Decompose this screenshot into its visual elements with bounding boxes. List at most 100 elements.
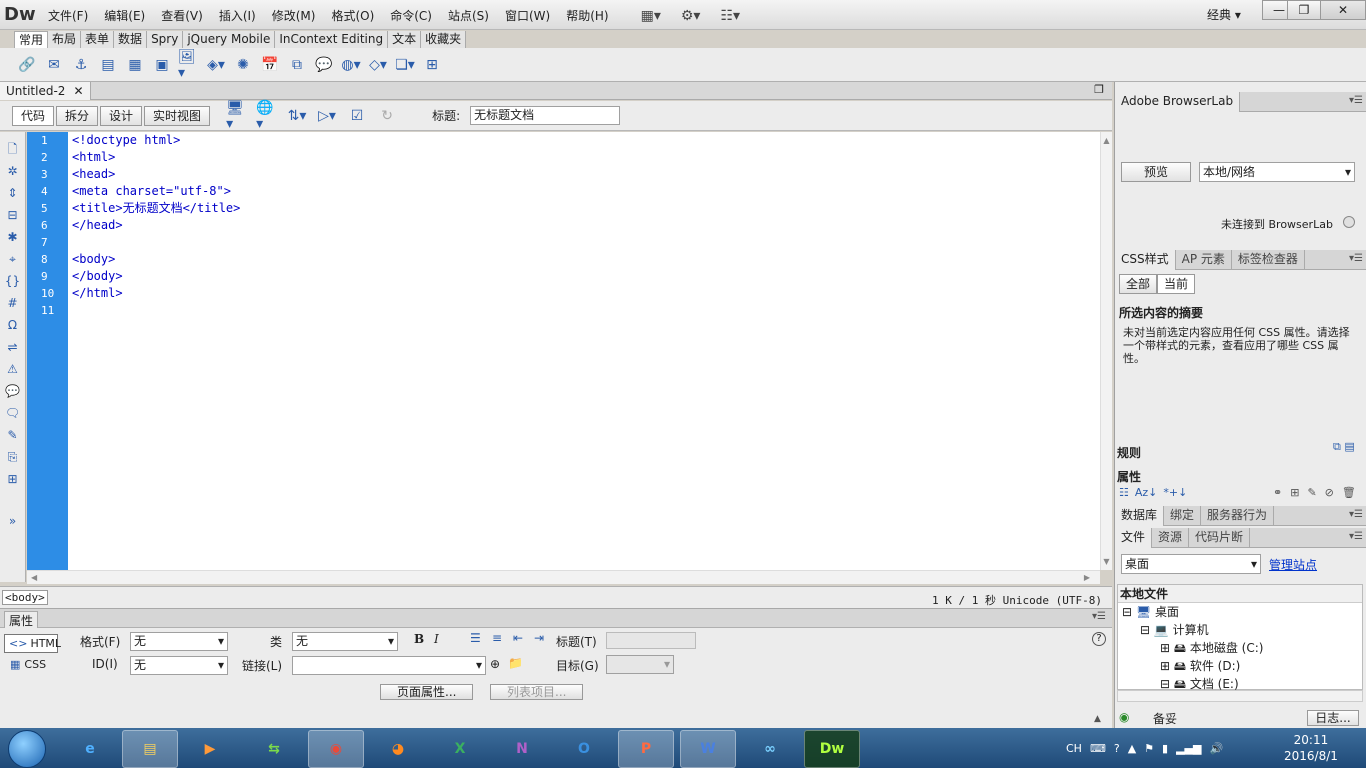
insert-tab-forms[interactable]: 表单 [81,31,115,48]
files-tab[interactable]: 文件 [1115,527,1153,548]
taskbar-onenote-icon[interactable]: N [494,730,550,768]
panel-menu-icon[interactable]: ▾☰ [1349,95,1363,106]
volume-icon[interactable]: 🔊 [1209,742,1223,755]
tag-chooser-icon[interactable]: ⊞ [421,54,443,76]
file-transfer-icon[interactable]: ⇅▾ [286,105,308,127]
menu-insert[interactable]: 插入(I) [211,7,264,24]
insert-tab-common[interactable]: 常用 [14,31,49,48]
design-view-button[interactable]: 设计 [100,105,143,126]
server-include-icon[interactable]: ⧉ [286,54,308,76]
tree-item-computer[interactable]: ⊟ 💻 计算机 [1118,621,1362,639]
taskbar-media-icon[interactable]: ▶ [182,730,238,768]
hyperlink-icon[interactable]: 🔗 [16,54,38,76]
browserlab-tab[interactable]: Adobe BrowserLab [1115,91,1241,112]
collapse-tag-icon[interactable]: ⇕ [4,182,22,204]
taskbar-clock[interactable]: 20:11 2016/8/1 [1284,732,1338,764]
insert-tab-spry[interactable]: Spry [147,31,184,48]
document-title-input[interactable]: 无标题文档 [470,106,621,125]
file-tree-horizontal-scrollbar[interactable] [1117,690,1363,702]
page-properties-button[interactable]: 页面属性... [380,684,474,700]
taskbar-chrome-icon[interactable]: ◉ [308,730,364,768]
editor-horizontal-scrollbar[interactable]: ◀ ▶ [27,570,1100,584]
link-input[interactable]: ▾ [292,656,486,675]
browserlab-preview-button[interactable]: 预览 [1121,162,1191,182]
id-select[interactable]: 无 ▾ [130,656,228,675]
taskbar-outlook-icon[interactable]: O [556,730,612,768]
outdent-icon[interactable]: ⇤ [513,631,523,645]
snippets-tab[interactable]: 代码片断 [1189,527,1251,548]
scroll-up-icon[interactable]: ▲ [1101,136,1112,145]
browse-folder-icon[interactable]: 📁 [508,656,523,670]
menu-commands[interactable]: 命令(C) [382,7,440,24]
css-styles-tab[interactable]: CSS样式 [1115,249,1176,270]
menu-file[interactable]: 文件(F) [40,7,96,24]
panel-menu-icon[interactable]: ▾☰ [1349,253,1363,264]
tag-selector[interactable]: <body> [2,590,48,605]
head-icon[interactable]: ◍▾ [340,54,362,76]
layout-icon[interactable]: ▦▾ [641,8,661,24]
apply-comment-icon[interactable]: 💬 [4,380,22,402]
comment-icon[interactable]: 💬 [313,54,335,76]
balance-braces-icon[interactable]: {} [4,270,22,292]
validate-icon[interactable]: ☑ [346,105,368,127]
log-button[interactable]: 日志... [1307,710,1359,726]
ordered-list-icon[interactable]: ≡ [492,631,502,645]
code-editor[interactable]: <!doctype html> <html> <head> <meta charset… [68,132,1100,570]
scroll-right-icon[interactable]: ▶ [1084,573,1090,582]
ap-elements-tab[interactable]: AP 元素 [1176,249,1232,270]
close-tab-icon[interactable]: ✕ [73,83,83,100]
taskbar-firefox-icon[interactable]: ◕ [370,730,426,768]
panel-menu-icon[interactable]: ▾☰ [1349,509,1363,520]
highlight-invalid-icon[interactable]: Ω [4,314,22,336]
taskbar-word-icon[interactable]: W [680,730,736,768]
input-language[interactable]: CH [1066,742,1082,755]
help-icon[interactable]: ? [1092,632,1106,646]
taskbar-excel-icon[interactable]: X [432,730,488,768]
code-view-button[interactable]: 代码 [12,105,55,126]
scroll-left-icon[interactable]: ◀ [31,573,37,582]
split-view-button[interactable]: 拆分 [56,105,99,126]
edit-rule-icon[interactable]: ✎ [1307,486,1316,499]
keyboard-icon[interactable]: ⌨ [1090,742,1106,755]
title-field[interactable] [606,632,696,649]
restore-document-icon[interactable]: ❐ [1094,83,1104,96]
browserlab-source-select[interactable]: 本地/网络 ▾ [1199,162,1355,182]
email-link-icon[interactable]: ✉ [43,54,65,76]
collapse-panel-icon[interactable]: ▲ [1094,714,1101,724]
css-all-button[interactable]: 全部 [1119,274,1157,294]
attach-stylesheet-icon[interactable]: ⚭ [1273,486,1282,499]
taskbar-sync-icon[interactable]: ⇆ [246,730,302,768]
site-map-icon[interactable]: ☷▾ [720,8,740,24]
menu-modify[interactable]: 修改(M) [264,7,324,24]
category-view-icon[interactable]: ☷ [1119,486,1129,499]
chevron-up-icon[interactable]: ▲ [1128,742,1136,755]
databases-tab[interactable]: 数据库 [1115,505,1165,526]
panel-menu-icon[interactable]: ▾☰ [1349,531,1363,542]
check-page-icon[interactable]: ▷▾ [316,105,338,127]
insert-tab-favorites[interactable]: 收藏夹 [421,31,467,48]
templates-icon[interactable]: ❏▾ [394,54,416,76]
line-numbers-icon[interactable]: # [4,292,22,314]
point-to-file-icon[interactable]: ⊕ [490,657,500,671]
insert-tab-layout[interactable]: 布局 [48,31,82,48]
insert-tab-text[interactable]: 文本 [388,31,422,48]
insert-tab-jquery-mobile[interactable]: jQuery Mobile [183,31,276,48]
move-css-icon[interactable]: ⊞ [4,468,22,490]
css-current-button[interactable]: 当前 [1157,274,1195,294]
css-mode-button[interactable]: ▦ CSS [10,658,46,671]
live-view-button[interactable]: 实时视图 [144,105,211,126]
panel-menu-icon[interactable]: ▾☰ [1092,611,1106,622]
menu-edit[interactable]: 编辑(E) [96,7,153,24]
more-tools-chevron-icon[interactable]: » [4,510,22,532]
target-select[interactable]: ▾ [606,655,674,674]
tree-item-desktop[interactable]: ⊟ 🖥 桌面 [1118,603,1362,621]
server-behaviors-tab[interactable]: 服务器行为 [1201,505,1275,526]
tree-item-drive-c[interactable]: ⊞ 🖴 本地磁盘 (C:) [1118,639,1362,657]
date-icon[interactable]: 📅 [259,54,281,76]
network-icon[interactable]: ▂▄▆ [1176,742,1201,755]
word-wrap-icon[interactable]: ⇌ [4,336,22,358]
select-parent-tag-icon[interactable]: ⌖ [4,248,22,270]
bindings-tab[interactable]: 绑定 [1164,505,1202,526]
unordered-list-icon[interactable]: ☰ [470,631,481,645]
taskbar-ie-icon[interactable]: e [62,730,118,768]
